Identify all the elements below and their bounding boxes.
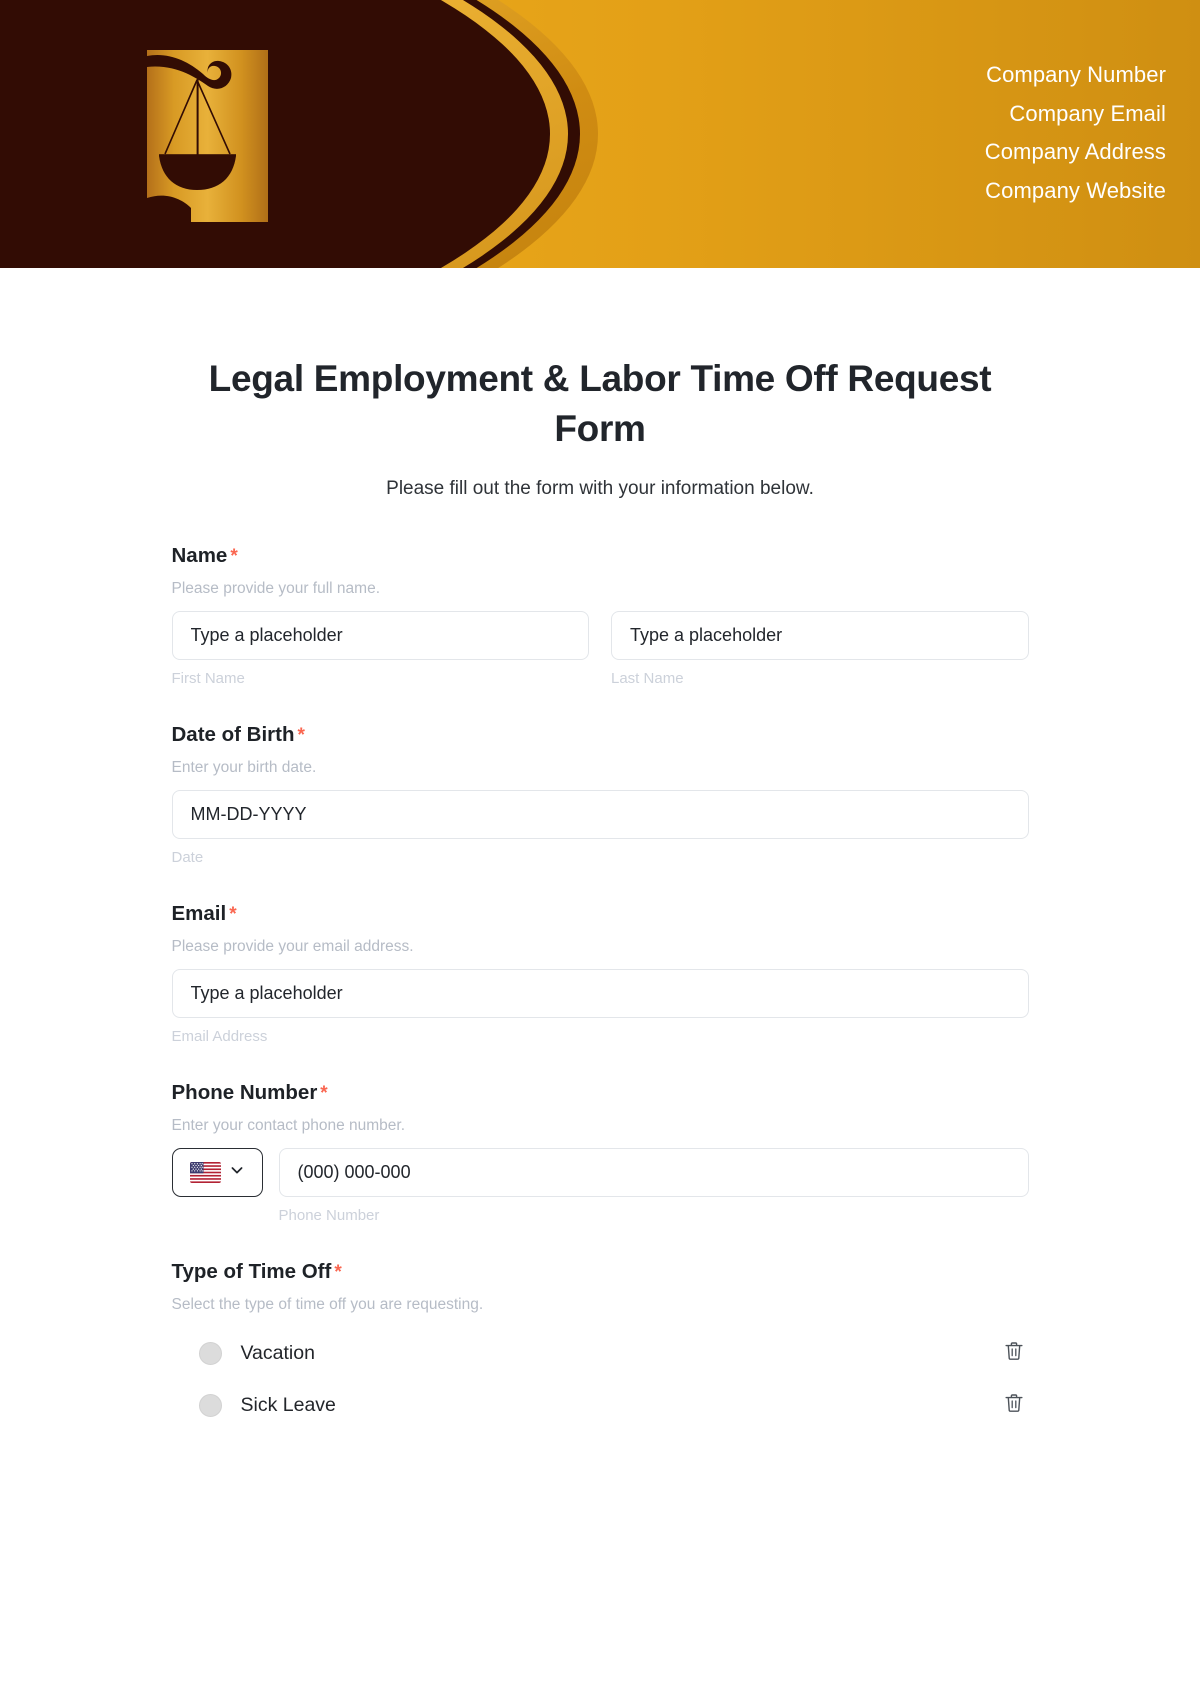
field-time-off-label-text: Type of Time Off — [171, 1260, 332, 1283]
required-asterisk: * — [320, 1083, 328, 1104]
last-name-group: Last Name — [611, 611, 1029, 687]
phone-input-row — [171, 1148, 1029, 1197]
chevron-down-icon — [230, 1163, 244, 1182]
radio-option-vacation[interactable]: Vacation — [172, 1327, 1029, 1379]
radio-button-icon[interactable] — [198, 1341, 222, 1365]
field-name: Name* Please provide your full name. Fir… — [171, 544, 1029, 687]
required-asterisk: * — [297, 725, 305, 746]
email-input[interactable] — [171, 969, 1029, 1018]
radio-option-sick-leave[interactable]: Sick Leave — [172, 1379, 1029, 1431]
first-name-group: First Name — [171, 611, 589, 687]
company-contact-block: Company Number Company Email Company Add… — [985, 56, 1166, 210]
date-of-birth-input[interactable] — [171, 790, 1029, 839]
field-time-off-label: Type of Time Off * — [172, 1260, 1029, 1284]
field-phone-description: Enter your contact phone number. — [171, 1117, 406, 1134]
field-phone-label: Phone Number * — [172, 1081, 1029, 1105]
field-time-off-description: Select the type of time off you are requ… — [171, 1296, 484, 1313]
banner-dark-panel — [0, 0, 550, 268]
required-asterisk: * — [229, 904, 237, 925]
email-sublabel: Email Address — [171, 1028, 268, 1045]
field-phone-number: Phone Number * Enter your contact phone n… — [171, 1081, 1029, 1224]
field-phone-label-text: Phone Number — [171, 1081, 318, 1104]
form-fields: Name* Please provide your full name. Fir… — [171, 544, 1029, 1431]
field-name-label: Name * — [172, 544, 1029, 568]
scales-of-justice-logo — [147, 50, 268, 222]
required-asterisk: * — [230, 546, 238, 567]
phone-number-input[interactable] — [278, 1148, 1029, 1197]
field-dob-label: Date of Birth * — [172, 723, 1029, 747]
company-number: Company Number — [986, 62, 1166, 87]
last-name-input[interactable] — [611, 611, 1029, 660]
field-email-label-text: Email — [171, 902, 227, 925]
field-type-of-time-off: Type of Time Off * Select the type of tim… — [172, 1260, 1029, 1431]
field-email-description: Please provide your email address. — [171, 938, 414, 955]
trash-icon[interactable] — [1003, 1340, 1025, 1367]
form-page: Legal Employment & Labor Time Off Reques… — [0, 354, 1200, 1431]
company-address: Company Address — [984, 139, 1166, 164]
country-code-select[interactable] — [171, 1148, 263, 1197]
page-subtitle: Please fill out the form with your infor… — [386, 478, 814, 499]
first-name-sublabel: First Name — [171, 670, 245, 687]
page-title: Legal Employment & Labor Time Off Reques… — [208, 358, 992, 449]
radio-button-icon[interactable] — [198, 1393, 222, 1417]
required-asterisk: * — [334, 1262, 342, 1283]
date-of-birth-sublabel: Date — [171, 849, 204, 866]
field-name-label-text: Name — [171, 544, 228, 567]
first-name-input[interactable] — [171, 611, 589, 660]
phone-number-input-wrap — [278, 1148, 1029, 1197]
name-inputs-row: First Name Last Name — [171, 611, 1029, 687]
field-name-description: Please provide your full name. — [171, 580, 381, 597]
us-flag-icon — [190, 1162, 221, 1183]
phone-number-sublabel: Phone Number — [278, 1207, 380, 1224]
radio-option-label: Sick Leave — [240, 1393, 336, 1416]
last-name-sublabel: Last Name — [611, 670, 684, 687]
trash-icon[interactable] — [1003, 1392, 1025, 1419]
page-header-banner: Company Number Company Email Company Add… — [0, 0, 1200, 268]
field-email-label: Email * — [172, 902, 1029, 926]
company-email: Company Email — [1009, 100, 1166, 126]
radio-option-label: Vacation — [240, 1341, 315, 1364]
company-website: Company Website — [985, 177, 1166, 203]
field-dob-label-text: Date of Birth — [171, 723, 295, 746]
field-date-of-birth: Date of Birth* Enter your birth date. Da… — [171, 723, 1029, 866]
field-dob-description: Enter your birth date. — [171, 759, 317, 776]
field-email: Email * Please provide your email address… — [171, 902, 1029, 1045]
